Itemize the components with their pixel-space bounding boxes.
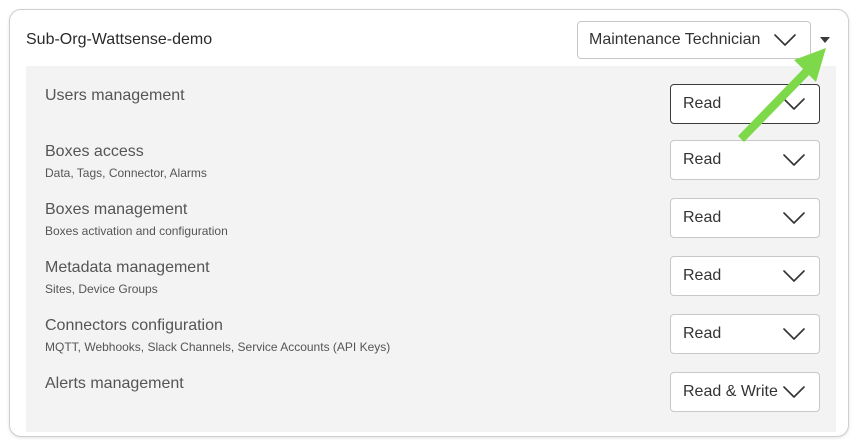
role-select[interactable]: Maintenance Technician [577,21,811,59]
permission-description: Data, Tags, Connector, Alarms [45,166,207,180]
permission-title: Alerts management [45,375,184,392]
permission-description: Boxes activation and configuration [45,224,228,238]
permission-title: Connectors configuration [45,317,223,334]
permission-select-metadata-management[interactable]: Read [670,256,820,296]
permission-title: Boxes access [45,143,144,160]
permission-select-value: Read [683,151,722,168]
chevron-down-icon [783,212,805,224]
chevron-down-icon [783,154,805,166]
role-select-value: Maintenance Technician [589,31,761,48]
permission-select-value: Read & Write [683,383,778,400]
chevron-down-icon [783,328,805,340]
permission-select-value: Read [683,209,722,226]
permissions-panel: Users management Read Boxes access Data,… [26,66,836,432]
permission-description: Sites, Device Groups [45,282,158,296]
permission-title: Metadata management [45,259,210,276]
permission-select-boxes-access[interactable]: Read [670,140,820,180]
chevron-down-icon [783,270,805,282]
organization-name: Sub-Org-Wattsense-demo [26,31,213,48]
permission-select-value: Read [683,267,722,284]
permission-title: Boxes management [45,201,188,218]
permission-select-value: Read [683,325,722,342]
caret-down-icon [820,37,830,43]
chevron-down-icon [774,34,796,46]
chevron-down-icon [783,386,805,398]
chevron-down-icon [783,98,805,110]
permission-select-boxes-management[interactable]: Read [670,198,820,238]
permission-select-connectors-configuration[interactable]: Read [670,314,820,354]
permission-select-alerts-management[interactable]: Read & Write [670,372,820,412]
permission-select-value: Read [683,95,722,112]
permission-title: Users management [45,87,185,104]
expand-toggle[interactable] [817,33,833,47]
permission-select-users-management[interactable]: Read [670,84,820,124]
permission-description: MQTT, Webhooks, Slack Channels, Service … [45,340,391,354]
